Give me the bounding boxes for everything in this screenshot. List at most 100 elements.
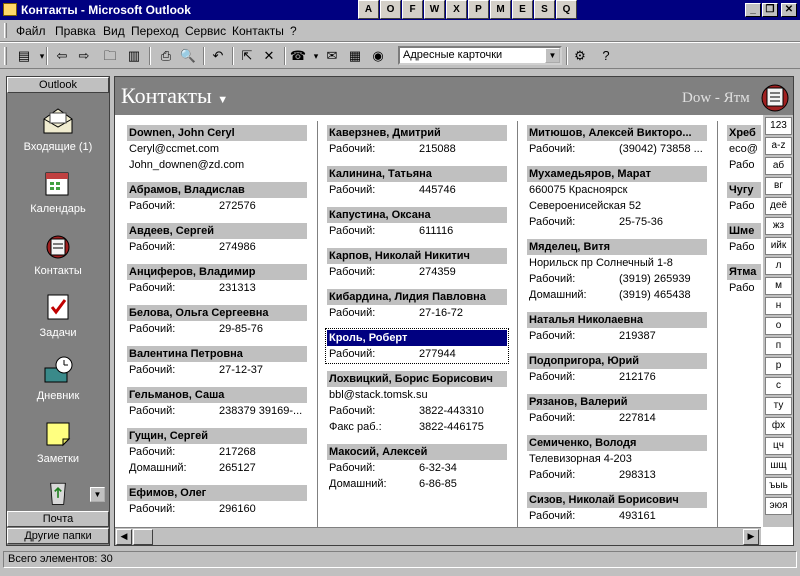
office-shortcut-icon[interactable]: W (424, 0, 445, 19)
contact-card[interactable]: Ефимов, Олег Рабочий: 296160 (127, 485, 307, 517)
minimize-button[interactable]: _ (745, 3, 761, 17)
contact-card[interactable]: Гельманов, Саша Рабочий: 238379 39169-... (127, 387, 307, 419)
alpha-tab[interactable]: цч (765, 437, 792, 455)
sidebar-item-notes[interactable]: Заметки (7, 417, 109, 465)
alpha-tab[interactable]: шщ (765, 457, 792, 475)
page-title[interactable]: Контакты ▼ (121, 83, 228, 109)
contact-card[interactable]: Кибардина, Лидия Павловна Рабочий: 27-16-7… (327, 289, 507, 321)
contact-card[interactable]: Митюшов, Алексей Викторо... Рабочий: (3904… (527, 125, 707, 157)
contact-card[interactable]: Калинина, Татьяна Рабочий: 445746 (327, 166, 507, 198)
sidebar-item-journal[interactable]: Дневник (7, 354, 109, 402)
new-meeting-icon[interactable]: ▦ (345, 47, 365, 65)
contact-name[interactable]: Абрамов, Владислав (127, 182, 307, 198)
up-folder-icon[interactable]: 🗀 (100, 47, 120, 65)
alpha-tab[interactable]: ъыь (765, 477, 792, 495)
scrollbar-thumb[interactable] (133, 529, 153, 545)
contact-name[interactable]: Кроль, Роберт (327, 330, 507, 346)
contact-name[interactable]: Капустина, Оксана (327, 207, 507, 223)
contact-name[interactable]: Митюшов, Алексей Викторо... (527, 125, 707, 141)
contact-name[interactable]: Белова, Ольга Сергеевна (127, 305, 307, 321)
contact-card[interactable]: Валентина Петровна Рабочий: 27-12-37 (127, 346, 307, 378)
new-dropdown-icon[interactable]: ▾ (32, 47, 52, 65)
sidebar-scroll-down-button[interactable]: ▼ (90, 487, 105, 502)
contact-card[interactable]: Гущин, Сергей Рабочий: 217268 Домашний: 2651… (127, 428, 307, 476)
contact-card[interactable]: Авдеев, Сергей Рабочий: 274986 (127, 223, 307, 255)
other-folders-group-button[interactable]: Другие папки (7, 528, 109, 544)
contact-name[interactable]: Валентина Петровна (127, 346, 307, 362)
forward-icon[interactable]: ⇨ (74, 47, 94, 65)
contact-name[interactable]: Сизов, Николай Борисович (527, 492, 707, 508)
contact-card[interactable]: Шме Рабо (727, 223, 761, 255)
menu-contacts[interactable]: Контакты (232, 24, 284, 38)
contact-name[interactable]: Ятма (727, 264, 761, 280)
contact-name[interactable]: Чугу (727, 182, 761, 198)
contact-card[interactable]: Анциферов, Владимир Рабочий: 231313 (127, 264, 307, 296)
contact-name[interactable]: Хреб (727, 125, 761, 141)
scroll-left-button[interactable]: ◀ (116, 529, 132, 545)
contact-card[interactable]: Хреб eco@ Рабо (727, 125, 761, 173)
contact-name[interactable]: Макосий, Алексей (327, 444, 507, 460)
alpha-tab[interactable]: вг (765, 177, 792, 195)
contact-name[interactable]: Авдеев, Сергей (127, 223, 307, 239)
undo-icon[interactable]: ↶ (208, 47, 228, 65)
alpha-tab[interactable]: аб (765, 157, 792, 175)
contact-card[interactable]: Подопригора, Юрий Рабочий: 212176 (527, 353, 707, 385)
alpha-tab[interactable]: п (765, 337, 792, 355)
outlook-app-icon[interactable] (3, 3, 17, 16)
office-shortcut-icon[interactable]: A (358, 0, 379, 19)
office-shortcut-icon[interactable]: F (402, 0, 423, 19)
contact-card[interactable]: Сизов, Николай Борисович Рабочий: 493161 (527, 492, 707, 524)
contact-card[interactable]: Белова, Ольга Сергеевна Рабочий: 29-85-76 (127, 305, 307, 337)
contact-name[interactable]: Мухамедьяров, Марат (527, 166, 707, 182)
sidebar-item-inbox[interactable]: Входящие (1) (7, 105, 109, 153)
contact-card[interactable]: Каверзнев, Дмитрий Рабочий: 215088 (327, 125, 507, 157)
scroll-right-button[interactable]: ▶ (743, 529, 759, 545)
outlook-group-button[interactable]: Outlook (7, 77, 109, 93)
mail-group-button[interactable]: Почта (7, 511, 109, 527)
office-shortcut-icon[interactable]: O (380, 0, 401, 19)
column-divider[interactable] (517, 121, 518, 527)
toolbar-grip[interactable] (4, 47, 7, 65)
contact-name[interactable]: Карпов, Николай Никитич (327, 248, 507, 264)
alpha-tab[interactable]: л (765, 257, 792, 275)
menu-tools[interactable]: Сервис (185, 24, 226, 38)
explore-web-icon[interactable]: ◉ (368, 47, 388, 65)
contact-card[interactable]: Мяделец, Витя Норильск пр Солнечный 1-8 Ра… (527, 239, 707, 303)
alpha-tab[interactable]: с (765, 377, 792, 395)
contact-card[interactable]: Рязанов, Валерий Рабочий: 227814 (527, 394, 707, 426)
contact-card[interactable]: Капустина, Оксана Рабочий: 611116 (327, 207, 507, 239)
menu-grip[interactable] (4, 23, 7, 38)
alpha-tab[interactable]: эюя (765, 497, 792, 515)
contact-name[interactable]: Рязанов, Валерий (527, 394, 707, 410)
alpha-tab[interactable]: деё (765, 197, 792, 215)
alpha-tab[interactable]: ту (765, 397, 792, 415)
contact-name[interactable]: Лохвицкий, Борис Борисович (327, 371, 507, 387)
column-divider[interactable] (717, 121, 718, 527)
contact-name[interactable]: Калинина, Татьяна (327, 166, 507, 182)
contact-card[interactable]: Наталья Николаевна Рабочий: 219387 (527, 312, 707, 344)
office-shortcut-icon[interactable]: S (534, 0, 555, 19)
chevron-down-icon[interactable]: ▼ (217, 94, 228, 106)
print-icon[interactable]: ⎙ (156, 47, 176, 65)
contact-name[interactable]: Кибардина, Лидия Павловна (327, 289, 507, 305)
alpha-tab[interactable]: жз (765, 217, 792, 235)
chevron-down-icon[interactable]: ▼ (545, 48, 560, 63)
contact-card[interactable]: Чугу Рабо (727, 182, 761, 214)
contact-card[interactable]: Лохвицкий, Борис Борисович bbl@stack.toms… (327, 371, 507, 435)
contact-card[interactable]: Кроль, Роберт Рабочий: 277944 (325, 328, 509, 364)
alpha-tab[interactable]: 123 (765, 117, 792, 135)
contact-card[interactable]: Макосий, Алексей Рабочий: 6-32-34 Домашний:… (327, 444, 507, 492)
restore-button[interactable]: ❐ (762, 3, 778, 17)
alpha-tab[interactable]: н (765, 297, 792, 315)
alpha-tab[interactable]: о (765, 317, 792, 335)
menu-view[interactable]: Вид (103, 24, 125, 38)
alpha-tab[interactable]: ийк (765, 237, 792, 255)
contact-card[interactable]: Абрамов, Владислав Рабочий: 272576 (127, 182, 307, 214)
sidebar-item-tasks[interactable]: Задачи (7, 291, 109, 339)
close-button[interactable]: ✕ (781, 3, 797, 17)
contact-name[interactable]: Шме (727, 223, 761, 239)
alpha-tab[interactable]: р (765, 357, 792, 375)
sidebar-item-calendar[interactable]: Календарь (7, 167, 109, 215)
menu-file[interactable]: Файл (16, 24, 46, 38)
office-assistant-icon[interactable]: ? (596, 47, 616, 65)
